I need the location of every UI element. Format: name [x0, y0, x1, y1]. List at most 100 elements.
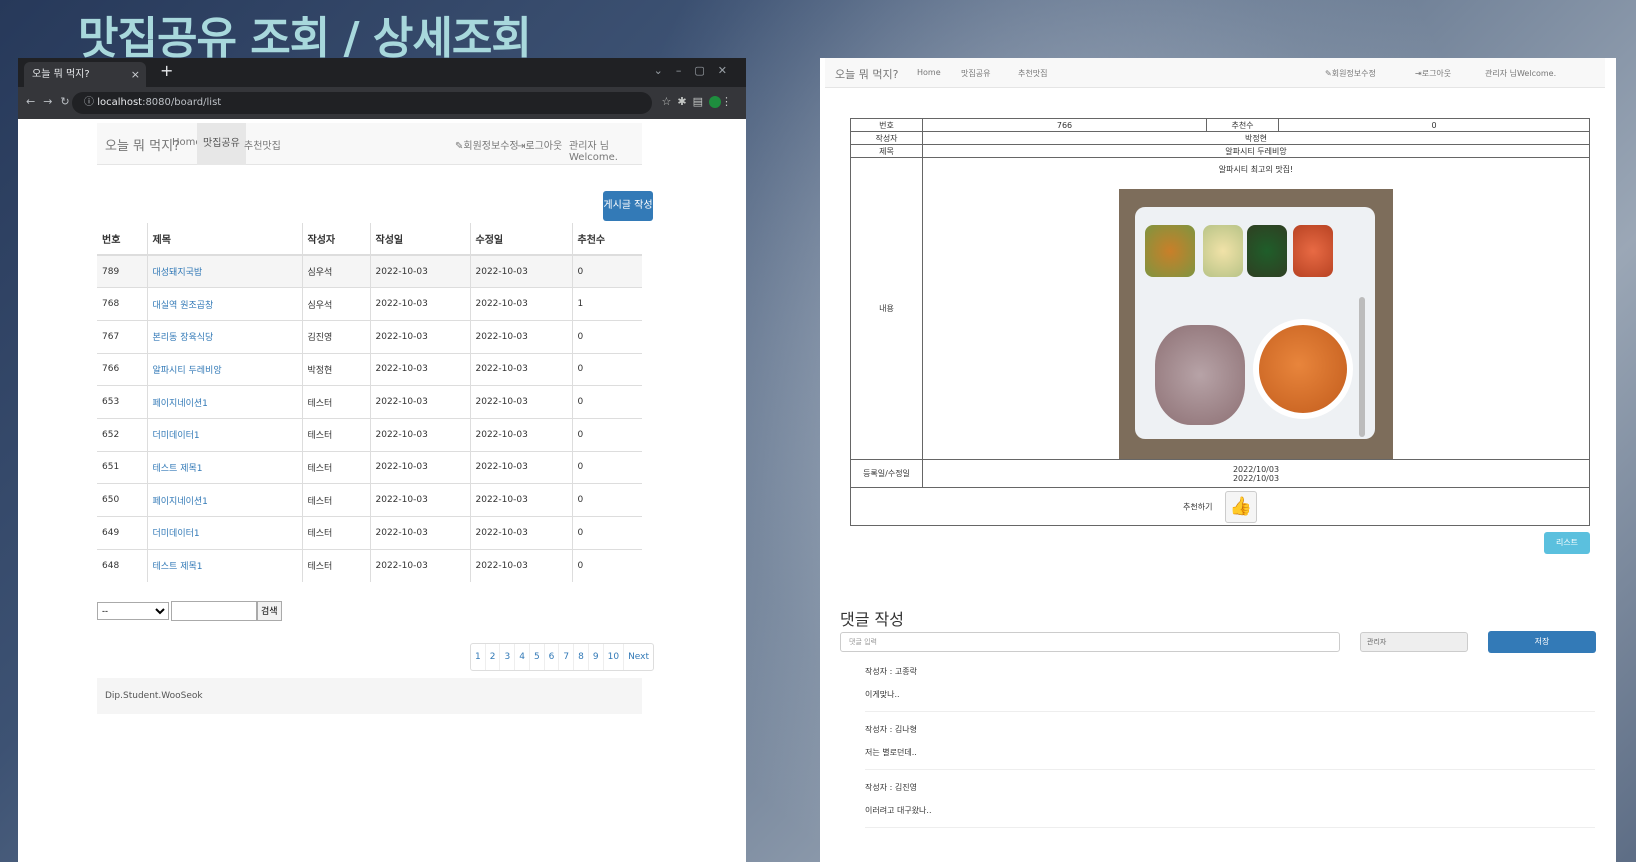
food-tray [1135, 207, 1375, 439]
label-title: 제목 [850, 144, 923, 158]
window-controls[interactable]: ⌄–▢✕ [654, 64, 740, 77]
table-cell: 2022-10-03 [469, 483, 572, 517]
page-link[interactable]: 2 [484, 644, 500, 670]
col-number: 번호 [97, 223, 147, 256]
thumbs-up-icon[interactable]: 👍 [1225, 490, 1257, 523]
table-row[interactable]: 651 테스트 제목1 테스터 2022-10-03 2022-10-03 0 [97, 450, 642, 484]
table-cell: 2022-10-03 [369, 287, 470, 321]
nav-logout[interactable]: ⇥로그아웃 [517, 137, 562, 152]
nav-share[interactable]: 맛집공유 [197, 123, 246, 165]
cell-title: 알파시티 두레비앙 [146, 352, 302, 386]
post-title-link[interactable]: 테스트 제목1 [153, 562, 203, 572]
nav-arrows-icon[interactable]: ←→↻ [26, 95, 78, 108]
toolbar-icons[interactable]: ☆✱▤ ⋮ [662, 95, 738, 108]
table-cell: 0 [571, 417, 642, 452]
comment-text: 저는 별로던데.. [865, 748, 917, 757]
table-cell: 768 [97, 287, 147, 321]
nav-edit-profile[interactable]: ✎회원정보수정 [455, 137, 519, 152]
table-cell: 1 [571, 287, 642, 321]
address-bar: ←→↻ ⓘ localhost:8080/board/list ☆✱▤ ⋮ [18, 87, 746, 119]
table-row[interactable]: 653 페이지네이션1 테스터 2022-10-03 2022-10-03 0 [97, 385, 642, 419]
post-title-link[interactable]: 페이지네이션1 [153, 497, 208, 507]
table-row[interactable]: 767 본리동 장육식당 김진영 2022-10-03 2022-10-03 0 [97, 319, 642, 354]
comment-item: 작성자 : 김나형 저는 별로던데.. [865, 720, 1595, 770]
post-likes: 0 [1278, 118, 1590, 132]
post-title-link[interactable]: 페이지네이션1 [153, 399, 208, 409]
detail-nav-edit-profile[interactable]: ✎회원정보수정 [1325, 68, 1376, 79]
label-writer: 작성자 [850, 131, 923, 145]
table-cell: 2022-10-03 [369, 483, 470, 517]
page-link[interactable]: 3 [499, 644, 514, 670]
comment-writer: 작성자 : 김나형 [865, 725, 917, 734]
table-row[interactable]: 766 알파시티 두레비앙 박정현 2022-10-03 2022-10-03 0 [97, 352, 642, 386]
profile-icon[interactable] [709, 96, 721, 108]
post-content-text: 알파시티 최고의 맛집! [1218, 165, 1294, 174]
cell-title: 테스트 제목1 [146, 548, 302, 582]
table-cell: 2022-10-03 [369, 450, 470, 484]
post-title-link[interactable]: 대성돼지국밥 [153, 268, 203, 278]
detail-nav-logout[interactable]: ⇥로그아웃 [1415, 68, 1451, 79]
table-row[interactable]: 648 테스트 제목1 테스터 2022-10-03 2022-10-03 0 [97, 548, 642, 582]
detail-brand[interactable]: 오늘 뭐 먹지? [835, 66, 898, 82]
page-link[interactable]: 10 [602, 644, 623, 670]
table-cell: 2022-10-03 [369, 319, 470, 354]
detail-page: 오늘 뭐 먹지? Home 맛집공유 추천맛집 ✎회원정보수정 ⇥로그아웃 관리… [820, 58, 1616, 862]
table-cell: 648 [97, 548, 147, 582]
table-cell: 테스터 [301, 450, 370, 484]
label-likes: 추천수 [1206, 118, 1279, 132]
table-cell: 2022-10-03 [369, 254, 470, 288]
table-row[interactable]: 789 대성돼지국밥 심우석 2022-10-03 2022-10-03 0 [97, 254, 642, 288]
search-bar: -- 검색 [97, 600, 282, 621]
table-cell: 2022-10-03 [469, 352, 572, 386]
comment-input[interactable]: 댓글 입력 [840, 632, 1340, 652]
detail-nav-share[interactable]: 맛집공유 [961, 68, 990, 79]
mod-date: 2022/10/03 [1232, 473, 1280, 483]
post-title-link[interactable]: 알파시티 두레비앙 [153, 366, 222, 376]
board-table: 번호 제목 작성자 작성일 수정일 추천수 789 대성돼지국밥 심우석 2022-1… [97, 223, 642, 582]
table-row[interactable]: 652 더미데이터1 테스터 2022-10-03 2022-10-03 0 [97, 417, 642, 452]
page-link[interactable]: Next [623, 644, 653, 670]
list-button[interactable]: 리스트 [1544, 532, 1590, 554]
tab-close-icon[interactable]: × [131, 62, 140, 87]
table-row[interactable]: 649 더미데이터1 테스터 2022-10-03 2022-10-03 0 [97, 516, 642, 550]
url-field[interactable]: ⓘ localhost:8080/board/list [72, 92, 652, 114]
url-path: :8080/board/list [142, 97, 222, 108]
table-row[interactable]: 768 대실역 원조곱창 심우석 2022-10-03 2022-10-03 1 [97, 287, 642, 321]
post-title-link[interactable]: 더미데이터1 [153, 431, 200, 441]
comment-title: 댓글 작성 [840, 610, 904, 629]
page-link[interactable]: 1 [471, 644, 485, 670]
page-link[interactable]: 4 [514, 644, 529, 670]
search-button[interactable]: 검색 [257, 600, 282, 621]
detail-navbar: 오늘 뭐 먹지? Home 맛집공유 추천맛집 ✎회원정보수정 ⇥로그아웃 관리… [825, 58, 1605, 88]
detail-nav-home[interactable]: Home [917, 68, 941, 77]
search-type-select[interactable]: -- [97, 601, 169, 620]
post-title-link[interactable]: 본리동 장육식당 [153, 333, 214, 343]
table-cell: 653 [97, 385, 147, 419]
new-tab-icon[interactable]: + [160, 61, 173, 80]
page-link[interactable]: 6 [543, 644, 559, 670]
page-link[interactable]: 8 [573, 644, 588, 670]
site-brand[interactable]: 오늘 뭐 먹지? [105, 135, 180, 154]
table-cell: 2022-10-03 [369, 548, 470, 582]
nav-recommend[interactable]: 추천맛집 [244, 137, 281, 152]
table-cell: 767 [97, 319, 147, 354]
write-post-button[interactable]: 게시글 작성 [603, 191, 653, 221]
post-title-link[interactable]: 테스트 제목1 [153, 464, 203, 474]
search-input[interactable] [171, 600, 257, 621]
table-row[interactable]: 650 페이지네이션1 테스터 2022-10-03 2022-10-03 0 [97, 483, 642, 517]
comment-save-button[interactable]: 저장 [1488, 631, 1596, 653]
table-cell: 652 [97, 417, 147, 452]
comment-writer: 작성자 : 김진영 [865, 783, 917, 792]
table-cell: 789 [97, 254, 147, 288]
page-link[interactable]: 7 [558, 644, 573, 670]
page-link[interactable]: 9 [587, 644, 603, 670]
browser-tab[interactable]: 오늘 뭐 먹지? × [24, 62, 146, 87]
page-link[interactable]: 5 [528, 644, 544, 670]
detail-nav-recommend[interactable]: 추천맛집 [1018, 68, 1047, 79]
post-writer: 박정현 [922, 131, 1590, 145]
table-cell: 0 [571, 385, 642, 419]
table-cell: 테스터 [301, 516, 370, 550]
post-title-link[interactable]: 더미데이터1 [153, 529, 200, 539]
pagination: 1 2 3 4 5 6 7 8 9 10 Next [470, 643, 655, 671]
post-title-link[interactable]: 대실역 원조곱창 [153, 301, 214, 311]
